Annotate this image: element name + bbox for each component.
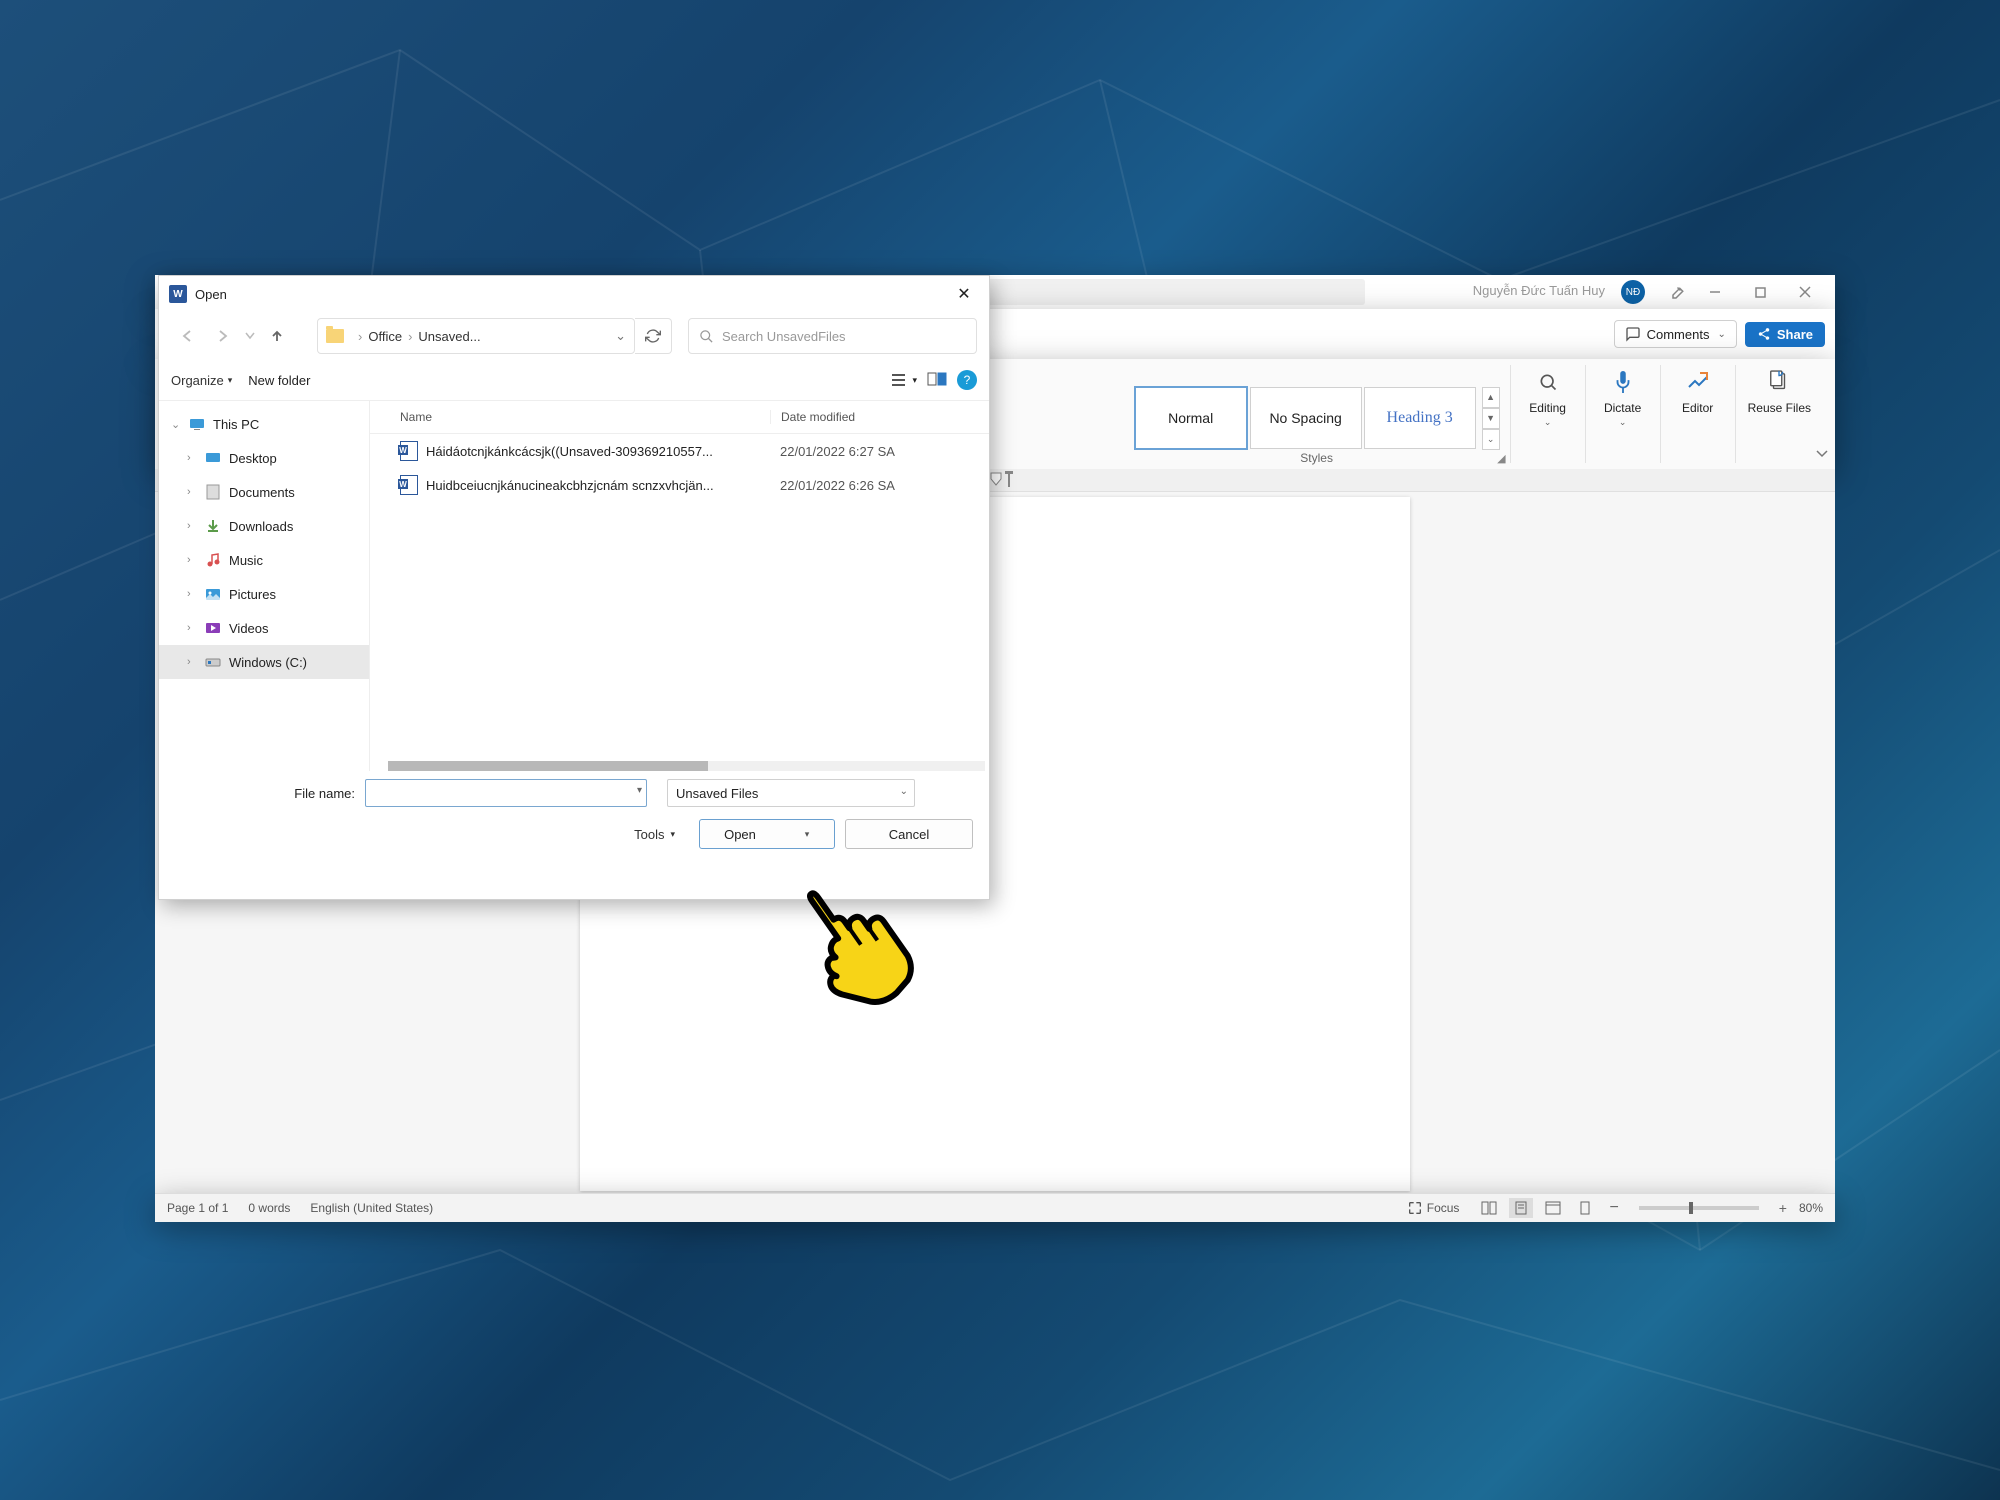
nav-back-button[interactable] — [171, 320, 203, 352]
collapse-ribbon-icon[interactable] — [1815, 446, 1829, 463]
focus-label: Focus — [1427, 1201, 1460, 1215]
focus-mode-button[interactable]: Focus — [1407, 1200, 1460, 1216]
minimize-button[interactable] — [1695, 275, 1735, 309]
preview-pane-button[interactable] — [927, 372, 947, 389]
search-placeholder: Search UnsavedFiles — [722, 329, 846, 344]
editor-label: Editor — [1682, 401, 1713, 415]
horizontal-scrollbar[interactable] — [388, 761, 985, 771]
page-indicator[interactable]: Page 1 of 1 — [167, 1201, 228, 1215]
tree-c-drive[interactable]: › Windows (C:) — [159, 645, 369, 679]
view-options-button[interactable]: ▾ — [891, 373, 917, 387]
language-indicator[interactable]: English (United States) — [310, 1201, 433, 1215]
account-avatar[interactable]: NĐ — [1621, 280, 1645, 304]
tree-this-pc[interactable]: ⌄ This PC — [159, 407, 369, 441]
coming-soon-icon[interactable] — [1667, 283, 1685, 304]
cancel-button[interactable]: Cancel — [845, 819, 973, 849]
style-heading[interactable]: Heading 3 — [1364, 387, 1476, 449]
nav-tree: ⌄ This PC › Desktop › Documents › Downlo… — [159, 401, 370, 771]
dictate-button[interactable]: Dictate ⌄ Voice — [1586, 359, 1660, 469]
help-icon[interactable]: ? — [957, 370, 977, 390]
editing-label: Editing — [1529, 401, 1566, 415]
open-file-dialog: W Open ✕ › Office › Unsaved... ⌄ Search … — [158, 275, 990, 900]
zoom-level[interactable]: 80% — [1799, 1201, 1823, 1215]
dialog-nav: › Office › Unsaved... ⌄ Search UnsavedFi… — [159, 312, 989, 360]
file-name: Huidbceiucnjkánucineakcbhzjcnám scnzxvhc… — [426, 478, 714, 493]
column-name[interactable]: Name — [370, 410, 770, 424]
account-name[interactable]: Nguyễn Đức Tuấn Huy — [1473, 283, 1605, 298]
close-window-button[interactable] — [1785, 275, 1825, 309]
tree-documents[interactable]: › Documents — [159, 475, 369, 509]
refresh-button[interactable] — [635, 318, 672, 354]
breadcrumb-unsaved[interactable]: Unsaved... — [418, 329, 480, 344]
styles-scroll[interactable]: ▲▼⌄ — [1482, 387, 1500, 450]
dialog-search-input[interactable]: Search UnsavedFiles — [688, 318, 977, 354]
file-row[interactable]: Huidbceiucnjkánucineakcbhzjcnám scnzxvhc… — [370, 468, 989, 502]
word-count[interactable]: 0 words — [248, 1201, 290, 1215]
styles-dialog-launcher[interactable]: ◢ — [1497, 452, 1505, 465]
dialog-titlebar: W Open ✕ — [159, 276, 989, 312]
share-button[interactable]: Share — [1745, 322, 1825, 347]
breadcrumb-office[interactable]: Office — [368, 329, 402, 344]
open-dropdown-button[interactable]: ▾ — [780, 820, 834, 848]
editing-button[interactable]: Editing ⌄ — [1511, 359, 1585, 469]
reuse-files-label: Reuse Files — [1748, 401, 1811, 415]
dictate-label: Dictate — [1604, 401, 1641, 415]
file-row[interactable]: Háidáotcnjkánkcácsjk((Unsaved-3093692105… — [370, 434, 989, 468]
editor-button[interactable]: Editor Editor — [1661, 359, 1735, 469]
style-no-spacing[interactable]: No Spacing — [1250, 387, 1362, 449]
file-type-filter[interactable]: Unsaved Files ⌄ — [667, 779, 915, 807]
word-search-box[interactable] — [935, 279, 1365, 305]
comments-button[interactable]: Comments ⌄ — [1614, 320, 1737, 348]
tree-downloads[interactable]: › Downloads — [159, 509, 369, 543]
share-label: Share — [1777, 327, 1813, 342]
read-mode-icon[interactable] — [1477, 1198, 1501, 1218]
file-date: 22/01/2022 6:26 SA — [770, 478, 989, 493]
filename-input[interactable]: ▾ — [365, 779, 647, 807]
maximize-button[interactable] — [1740, 275, 1780, 309]
dialog-title: Open — [195, 287, 227, 302]
styles-group-label: Styles — [1124, 451, 1510, 465]
word-doc-icon — [400, 475, 418, 495]
ruler-tab-marker[interactable] — [1005, 469, 1013, 483]
column-date[interactable]: Date modified — [770, 410, 989, 424]
file-list: Name Date modified Háidáotcnjkánkcácsjk(… — [370, 401, 989, 771]
tools-menu[interactable]: Tools ▾ — [634, 827, 675, 842]
style-normal[interactable]: Normal — [1134, 386, 1248, 450]
new-folder-button[interactable]: New folder — [248, 373, 310, 388]
tree-pictures[interactable]: › Pictures — [159, 577, 369, 611]
filename-label: File name: — [175, 786, 365, 801]
zoom-in-button[interactable]: + — [1775, 1200, 1791, 1216]
nav-up-button[interactable] — [261, 320, 293, 352]
open-button[interactable]: Open — [700, 820, 780, 848]
address-bar[interactable]: › Office › Unsaved... ⌄ — [317, 318, 635, 354]
file-date: 22/01/2022 6:27 SA — [770, 444, 989, 459]
ruler-indent-marker[interactable] — [990, 472, 1002, 486]
nav-forward-button[interactable] — [207, 320, 239, 352]
dialog-close-button[interactable]: ✕ — [949, 279, 979, 309]
organize-menu[interactable]: Organize ▾ — [171, 373, 232, 388]
dialog-toolbar: Organize ▾ New folder ▾ ? — [159, 360, 989, 401]
status-bar: Page 1 of 1 0 words English (United Stat… — [155, 1193, 1835, 1222]
folder-icon — [326, 329, 344, 343]
nav-recent-dropdown[interactable] — [243, 320, 257, 352]
print-layout-icon[interactable] — [1509, 1198, 1533, 1218]
tree-music[interactable]: › Music — [159, 543, 369, 577]
tree-desktop[interactable]: › Desktop — [159, 441, 369, 475]
file-name: Háidáotcnjkánkcácsjk((Unsaved-3093692105… — [426, 444, 713, 459]
tree-videos[interactable]: › Videos — [159, 611, 369, 645]
word-icon: W — [169, 285, 187, 303]
column-headers[interactable]: Name Date modified — [370, 401, 989, 434]
zoom-out-button[interactable]: − — [1605, 1199, 1622, 1217]
web-layout-icon[interactable] — [1541, 1198, 1565, 1218]
comments-label: Comments — [1647, 327, 1710, 342]
zoom-slider[interactable] — [1639, 1206, 1759, 1210]
styles-group: Normal No Spacing Heading 3 ▲▼⌄ Styles ◢ — [1124, 359, 1510, 469]
address-dropdown-icon[interactable]: ⌄ — [615, 328, 626, 344]
zoom-to-page-icon[interactable] — [1573, 1198, 1597, 1218]
word-doc-icon — [400, 441, 418, 461]
dialog-footer: File name: ▾ Unsaved Files ⌄ Tools ▾ Ope… — [159, 771, 989, 865]
